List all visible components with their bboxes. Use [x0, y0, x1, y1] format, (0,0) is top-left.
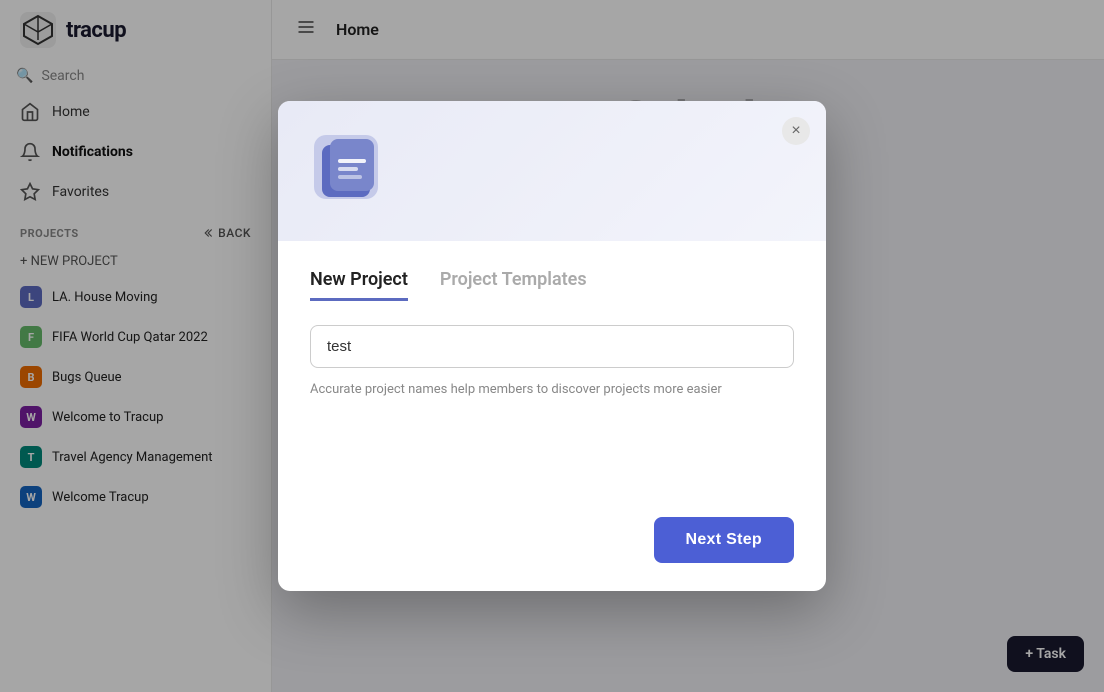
modal-footer: Next Step — [278, 501, 826, 591]
project-name-input[interactable] — [310, 325, 794, 368]
modal-close-button[interactable]: × — [782, 117, 810, 145]
tab-new-project[interactable]: New Project — [310, 269, 408, 301]
project-icon-svg — [310, 131, 390, 211]
tab-project-templates[interactable]: Project Templates — [440, 269, 587, 301]
next-step-button[interactable]: Next Step — [654, 517, 795, 563]
modal-header: × — [278, 101, 826, 241]
modal: × New Project Project Templates Accurate… — [278, 101, 826, 591]
modal-body: New Project Project Templates Accurate p… — [278, 241, 826, 501]
modal-tabs: New Project Project Templates — [310, 269, 794, 301]
modal-overlay: × New Project Project Templates Accurate… — [0, 0, 1104, 692]
input-hint-text: Accurate project names help members to d… — [310, 380, 794, 400]
modal-project-icon — [310, 131, 390, 211]
